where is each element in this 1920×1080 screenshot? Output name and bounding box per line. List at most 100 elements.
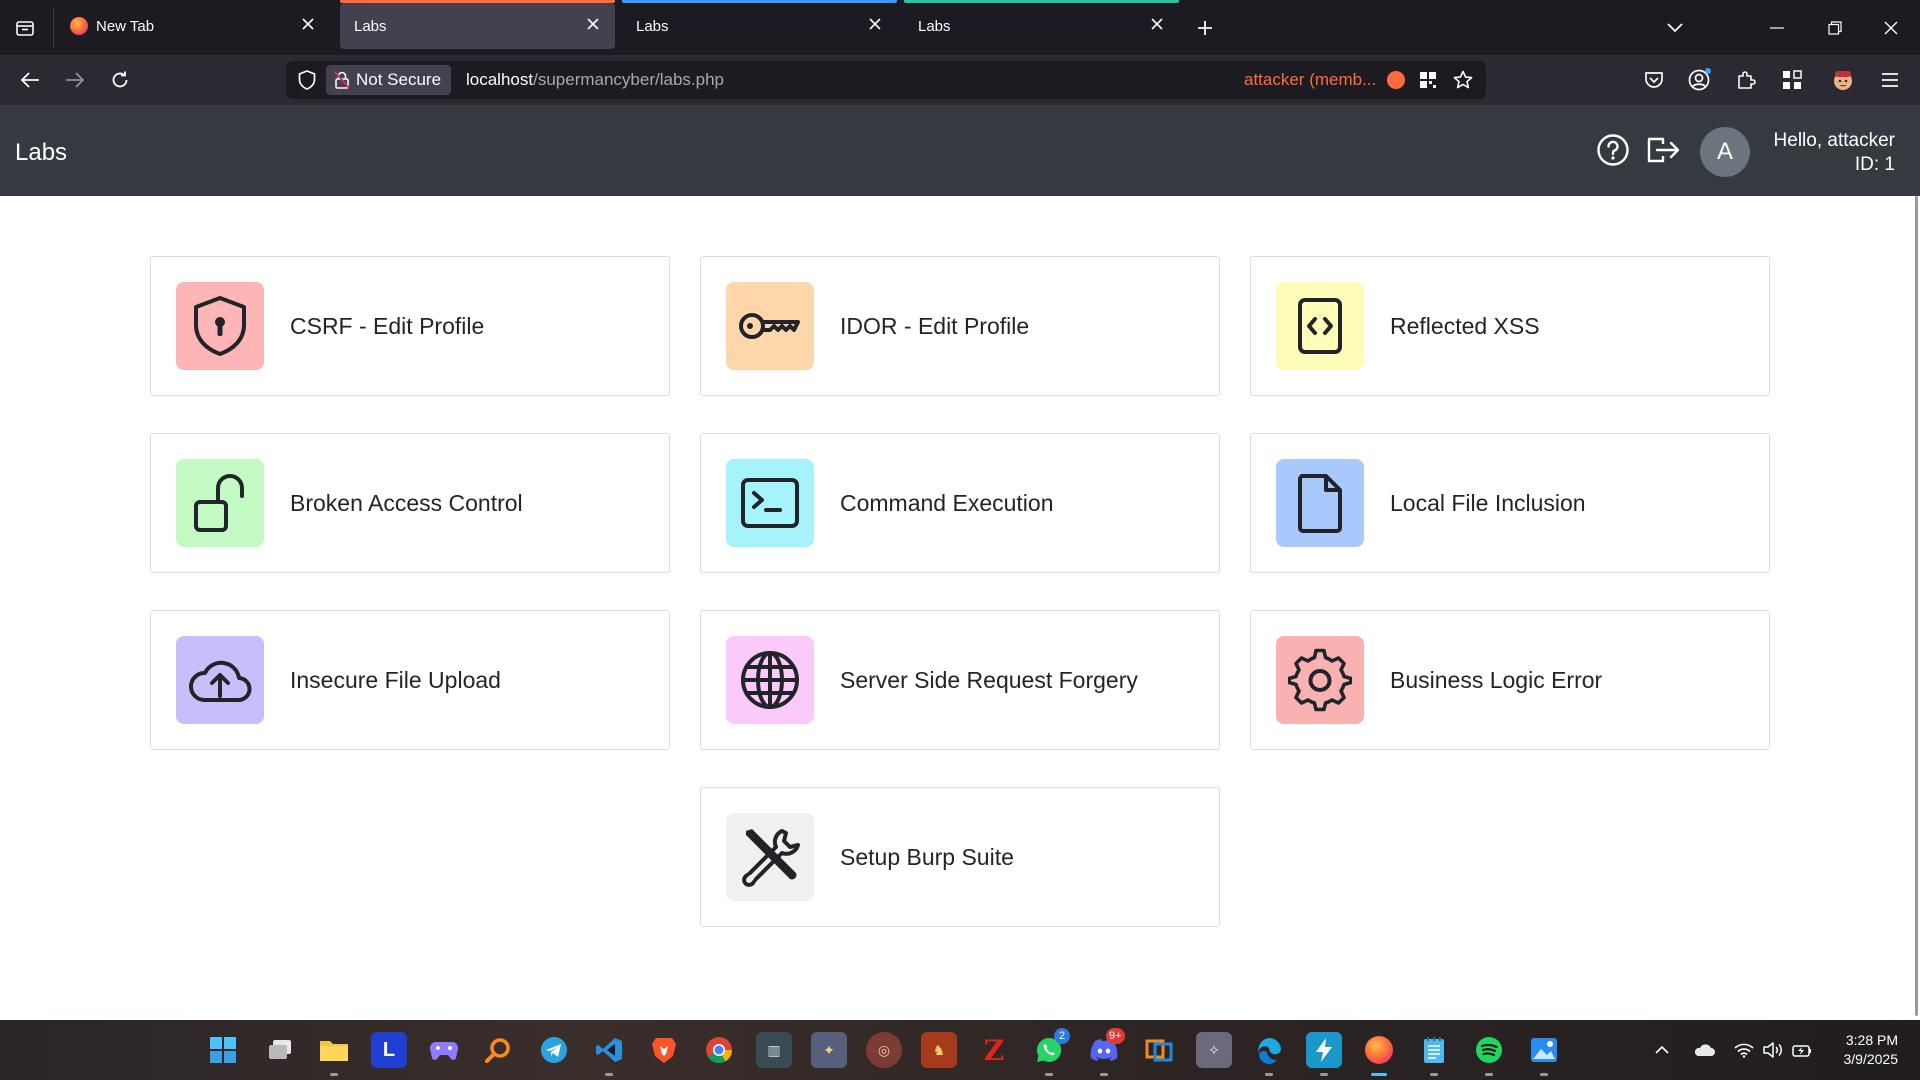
battery-charging-icon[interactable] (1791, 1038, 1815, 1062)
game-controller-icon[interactable] (426, 1032, 462, 1068)
gear-icon (1276, 636, 1364, 724)
shield-keyhole-icon (176, 282, 264, 370)
pocket-icon (1645, 72, 1663, 88)
lab-card-setup-burp-suite[interactable]: Setup Burp Suite (700, 787, 1220, 927)
address-bar[interactable]: Not Secure localhost/supermancyber/labs.… (286, 61, 1486, 99)
insecure-lock-icon (334, 71, 350, 89)
discord-unread-badge: 9+ (1106, 1028, 1125, 1044)
logout-icon (1647, 137, 1680, 163)
avatar[interactable]: A (1700, 127, 1750, 177)
game-app-icon-5[interactable]: ✧ (1196, 1032, 1232, 1068)
extension-grid-button[interactable] (1776, 64, 1808, 96)
logout-button[interactable] (1644, 131, 1682, 169)
container-label[interactable]: attacker (memb... (1244, 70, 1376, 90)
lab-card-csrf[interactable]: CSRF - Edit Profile (150, 256, 670, 396)
url-text[interactable]: localhost/supermancyber/labs.php (466, 70, 724, 90)
restore-button[interactable] (1820, 14, 1850, 42)
tab-labs-active[interactable]: Labs (340, 0, 615, 50)
tab-label: Labs (918, 18, 951, 35)
tab-close-icon[interactable] (583, 14, 603, 34)
onedrive-cloud-icon[interactable] (1692, 1038, 1716, 1062)
lab-card-broken-access-control[interactable]: Broken Access Control (150, 433, 670, 573)
vscode-icon[interactable] (591, 1032, 627, 1068)
edge-icon[interactable] (1251, 1032, 1287, 1068)
tab-new-tab[interactable]: New Tab (60, 0, 330, 50)
spotify-icon[interactable] (1471, 1032, 1507, 1068)
whatsapp-unread-badge: 2 (1054, 1028, 1070, 1044)
game-app-icon-1[interactable]: ▥ (756, 1032, 792, 1068)
lab-card-insecure-file-upload[interactable]: Insecure File Upload (150, 610, 670, 750)
minimize-button[interactable] (1762, 14, 1792, 42)
plus-icon (1198, 21, 1212, 35)
tab-close-icon[interactable] (298, 14, 318, 34)
tab-label: Labs (636, 18, 669, 35)
letterboxd-l-app-icon[interactable]: L (371, 1032, 407, 1068)
tracking-protection-shield-icon[interactable] (296, 69, 318, 91)
page-scrollbar[interactable] (1915, 196, 1918, 1016)
windows-start-icon[interactable] (205, 1032, 241, 1068)
extension-avatar-icon (1834, 71, 1852, 90)
volume-icon[interactable] (1761, 1038, 1785, 1062)
tab-close-icon[interactable] (1147, 14, 1167, 34)
help-button[interactable] (1594, 131, 1632, 169)
puzzle-piece-icon (1738, 71, 1756, 89)
filezilla-icon[interactable]: Z (976, 1032, 1012, 1068)
grid-icon (1783, 70, 1802, 89)
game-app-icon-4[interactable]: ♞ (921, 1032, 957, 1068)
account-button[interactable] (1683, 64, 1715, 96)
firefox-taskbar-icon[interactable] (1361, 1032, 1397, 1068)
tab-label: New Tab (96, 18, 155, 35)
chrome-icon[interactable] (701, 1032, 737, 1068)
app-menu-button[interactable] (1874, 64, 1906, 96)
running-indicator (1540, 1073, 1548, 1076)
brave-browser-icon[interactable] (646, 1032, 682, 1068)
task-view-icon[interactable] (262, 1032, 298, 1068)
tab-list-button[interactable] (8, 12, 42, 44)
lab-card-ssrf[interactable]: Server Side Request Forgery (700, 610, 1220, 750)
tab-labs-2[interactable]: Labs (622, 0, 897, 50)
not-secure-indicator[interactable]: Not Secure (326, 65, 452, 95)
qr-code-icon[interactable] (1416, 68, 1440, 92)
extension-avatar-button[interactable] (1827, 64, 1859, 96)
running-indicator (1320, 1073, 1328, 1076)
close-window-button[interactable] (1876, 14, 1906, 42)
reload-button[interactable] (104, 64, 136, 96)
file-explorer-icon[interactable] (316, 1032, 352, 1068)
virtualbox-icon[interactable] (1141, 1032, 1177, 1068)
tab-labs-3[interactable]: Labs (904, 0, 1179, 50)
notepad-icon[interactable] (1416, 1032, 1452, 1068)
running-indicator (1485, 1073, 1493, 1076)
back-button[interactable] (14, 64, 46, 96)
pocket-button[interactable] (1638, 64, 1670, 96)
photos-icon[interactable] (1526, 1032, 1562, 1068)
tab-list-icon (16, 21, 34, 36)
bookmark-star-icon[interactable] (1451, 68, 1475, 92)
reload-icon (112, 71, 128, 88)
lab-card-label: Server Side Request Forgery (840, 667, 1138, 693)
wifi-icon[interactable] (1732, 1038, 1756, 1062)
running-indicator (330, 1073, 338, 1076)
extensions-button[interactable] (1730, 64, 1762, 96)
bolt-app-icon[interactable] (1306, 1032, 1342, 1068)
telegram-icon[interactable] (536, 1032, 572, 1068)
taskbar-clock[interactable]: 3:28 PM 3/9/2025 (1844, 1031, 1899, 1069)
show-hidden-icons-chevron-icon[interactable] (1650, 1038, 1674, 1062)
search-app-icon[interactable] (480, 1032, 516, 1068)
account-notification-dot (1705, 68, 1711, 74)
lab-card-reflected-xss[interactable]: Reflected XSS (1250, 256, 1770, 396)
forward-button[interactable] (59, 64, 91, 96)
game-app-icon-3[interactable]: ◎ (866, 1032, 902, 1068)
new-tab-button[interactable] (1190, 14, 1220, 42)
lab-card-idor[interactable]: IDOR - Edit Profile (700, 256, 1220, 396)
windows-taskbar: L ▥ ✦ ◎ ♞ Z 2 9+ ✧ 3:28 PM 3/9/2025 (0, 1020, 1920, 1080)
game-app-icon-2[interactable]: ✦ (811, 1032, 847, 1068)
page-title: Labs (15, 139, 68, 166)
lab-card-local-file-inclusion[interactable]: Local File Inclusion (1250, 433, 1770, 573)
user-greeting: Hello, attacker ID: 1 (1774, 129, 1895, 177)
lab-card-business-logic-error[interactable]: Business Logic Error (1250, 610, 1770, 750)
tab-close-icon[interactable] (865, 14, 885, 34)
list-all-tabs-button[interactable] (1660, 14, 1690, 42)
arrow-left-icon (20, 72, 39, 88)
lab-card-command-execution[interactable]: Command Execution (700, 433, 1220, 573)
code-file-icon (1276, 282, 1364, 370)
